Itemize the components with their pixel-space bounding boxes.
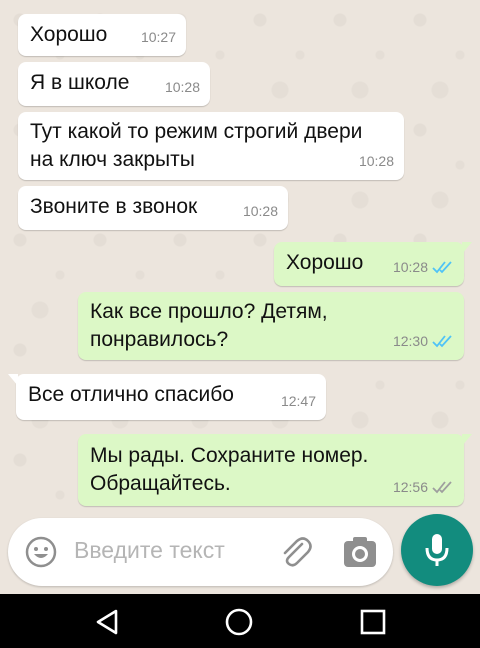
back-triangle-icon[interactable] bbox=[92, 607, 122, 637]
emoji-icon[interactable] bbox=[25, 536, 57, 568]
message-time: 10:27 bbox=[140, 29, 176, 45]
message-meta: 10:28 bbox=[359, 147, 394, 175]
message-meta: 12:30 bbox=[393, 327, 454, 355]
message-input[interactable]: Введите текст bbox=[74, 537, 225, 564]
read-ticks-icon bbox=[432, 261, 452, 274]
message-meta: 10:28 bbox=[393, 253, 454, 281]
message-time: 12:47 bbox=[280, 393, 316, 409]
message-text: Звоните в звонок bbox=[30, 195, 198, 218]
message-incoming[interactable]: Все отлично спасибо 12:47 bbox=[8, 374, 326, 420]
microphone-button[interactable] bbox=[401, 514, 473, 586]
read-ticks-icon bbox=[432, 335, 452, 348]
message-meta: 10:27 bbox=[141, 23, 176, 51]
message-outgoing[interactable]: Мы рады. Сохраните номер. Обращайтесь. 1… bbox=[78, 434, 472, 506]
message-incoming[interactable]: Я в школе 10:28 bbox=[18, 62, 210, 106]
message-time: 10:28 bbox=[242, 203, 278, 219]
recents-square-icon[interactable] bbox=[358, 607, 388, 637]
message-text: Тут какой то режим строгий двери на ключ… bbox=[30, 120, 363, 171]
message-meta: 12:47 bbox=[281, 387, 316, 415]
message-time: 12:30 bbox=[392, 333, 428, 349]
message-time: 10:28 bbox=[164, 79, 200, 95]
message-composer[interactable]: Введите текст bbox=[8, 518, 393, 586]
message-meta: 10:28 bbox=[243, 197, 278, 225]
system-navigation-bar bbox=[0, 594, 480, 648]
message-outgoing[interactable]: Как все прошло? Детям, понравилось? 12:3… bbox=[78, 292, 464, 360]
message-time: 10:28 bbox=[358, 153, 394, 169]
microphone-icon bbox=[425, 534, 449, 566]
message-incoming[interactable]: Звоните в звонок 10:28 bbox=[18, 186, 288, 230]
message-incoming[interactable]: Хорошо 10:27 bbox=[18, 14, 186, 56]
paperclip-icon[interactable] bbox=[278, 534, 312, 570]
message-time: 12:56 bbox=[392, 479, 428, 495]
message-outgoing[interactable]: Хорошо 10:28 bbox=[274, 242, 472, 286]
home-circle-icon[interactable] bbox=[224, 607, 254, 637]
message-incoming[interactable]: Тут какой то режим строгий двери на ключ… bbox=[18, 112, 404, 180]
camera-icon[interactable] bbox=[342, 535, 378, 569]
message-meta: 10:28 bbox=[165, 73, 200, 101]
message-text: Все отлично спасибо bbox=[28, 383, 234, 406]
delivered-ticks-icon bbox=[432, 481, 452, 494]
message-time: 10:28 bbox=[392, 259, 428, 275]
chat-area[interactable]: Хорошо 10:27 Я в школе 10:28 Тут какой т… bbox=[0, 0, 480, 594]
message-meta: 12:56 bbox=[393, 473, 454, 501]
